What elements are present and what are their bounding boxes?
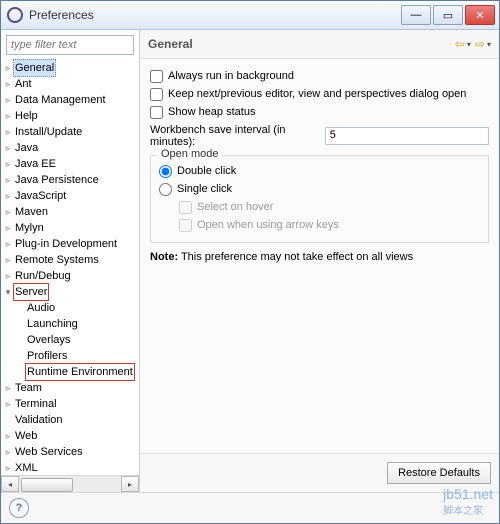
page-title: General — [148, 37, 451, 51]
restore-defaults-button[interactable]: Restore Defaults — [387, 462, 491, 484]
close-button[interactable]: ✕ — [465, 5, 495, 25]
select-on-hover-checkbox: Select on hover — [179, 198, 480, 216]
expand-icon[interactable]: ▹ — [3, 220, 13, 236]
expand-icon[interactable]: ▹ — [3, 188, 13, 204]
tree-item-label: Overlays — [25, 332, 72, 348]
tree-item-run-debug[interactable]: ▹Run/Debug — [3, 268, 139, 284]
tree-item-label: Terminal — [13, 396, 59, 412]
tree-item-install-update[interactable]: ▹Install/Update — [3, 124, 139, 140]
tree-item-label: Plug-in Development — [13, 236, 119, 252]
tree-item-label: XML — [13, 460, 40, 475]
filter-input[interactable] — [6, 35, 134, 55]
tree-item-label: Run/Debug — [13, 268, 73, 284]
tree-item-overlays[interactable]: Overlays — [3, 332, 139, 348]
help-button[interactable]: ? — [9, 498, 29, 518]
always-run-background-checkbox[interactable]: Always run in background — [150, 67, 489, 85]
app-icon — [7, 7, 23, 23]
expand-icon[interactable]: ▹ — [3, 140, 13, 156]
expand-icon[interactable]: ▹ — [3, 380, 13, 396]
forward-button[interactable]: ⇨▾ — [475, 37, 491, 51]
tree-item-mylyn[interactable]: ▹Mylyn — [3, 220, 139, 236]
note-text: Note: This preference may not take effec… — [150, 251, 489, 263]
tree-item-label: Java — [13, 140, 40, 156]
tree-item-label: Team — [13, 380, 44, 396]
tree-item-label: Launching — [25, 316, 80, 332]
expand-icon[interactable]: ▹ — [3, 444, 13, 460]
tree-item-label: JavaScript — [13, 188, 68, 204]
open-arrow-keys-checkbox: Open when using arrow keys — [179, 216, 480, 234]
maximize-button[interactable]: ▭ — [433, 5, 463, 25]
tree-item-xml[interactable]: ▹XML — [3, 460, 139, 475]
expand-icon[interactable]: ▾ — [3, 284, 13, 300]
tree-item-javascript[interactable]: ▹JavaScript — [3, 188, 139, 204]
expand-icon[interactable]: ▹ — [3, 76, 13, 92]
tree-item-launching[interactable]: Launching — [3, 316, 139, 332]
expand-icon[interactable]: ▹ — [3, 108, 13, 124]
tree-item-label: Runtime Environment — [25, 363, 135, 381]
tree-item-label: Server — [13, 283, 49, 301]
expand-icon[interactable]: ▹ — [3, 204, 13, 220]
tree-item-plug-in-development[interactable]: ▹Plug-in Development — [3, 236, 139, 252]
save-interval-label: Workbench save interval (in minutes): — [150, 124, 317, 148]
tree-item-ant[interactable]: ▹Ant — [3, 76, 139, 92]
expand-icon[interactable]: ▹ — [3, 156, 13, 172]
expand-icon[interactable]: ▹ — [3, 396, 13, 412]
tree-item-label: Audio — [25, 300, 57, 316]
tree-item-runtime-environment[interactable]: Runtime Environment — [3, 364, 139, 380]
save-interval-input[interactable]: 5 — [325, 127, 489, 145]
window-title: Preferences — [29, 8, 401, 22]
single-click-radio[interactable]: Single click — [159, 180, 480, 198]
double-click-radio[interactable]: Double click — [159, 162, 480, 180]
expand-icon[interactable]: ▹ — [3, 172, 13, 188]
expand-icon[interactable]: ▹ — [3, 124, 13, 140]
tree-item-label: Install/Update — [13, 124, 84, 140]
tree-item-audio[interactable]: Audio — [3, 300, 139, 316]
tree-item-validation[interactable]: Validation — [3, 412, 139, 428]
tree-item-label: Java Persistence — [13, 172, 101, 188]
tree-item-remote-systems[interactable]: ▹Remote Systems — [3, 252, 139, 268]
tree-item-label: Validation — [13, 412, 65, 428]
tree-item-java[interactable]: ▹Java — [3, 140, 139, 156]
tree-item-data-management[interactable]: ▹Data Management — [3, 92, 139, 108]
back-button[interactable]: ⇦▾ — [455, 37, 471, 51]
expand-icon[interactable]: ▹ — [3, 428, 13, 444]
tree-item-label: Ant — [13, 76, 34, 92]
minimize-button[interactable]: — — [401, 5, 431, 25]
tree-item-web-services[interactable]: ▹Web Services — [3, 444, 139, 460]
tree-item-team[interactable]: ▹Team — [3, 380, 139, 396]
expand-icon[interactable]: ▹ — [3, 252, 13, 268]
expand-icon[interactable]: ▹ — [3, 460, 13, 475]
show-heap-status-checkbox[interactable]: Show heap status — [150, 103, 489, 121]
tree-item-label: Remote Systems — [13, 252, 101, 268]
tree-item-label: Help — [13, 108, 40, 124]
tree-item-label: Mylyn — [13, 220, 46, 236]
preference-tree[interactable]: ▹General▹Ant▹Data Management▹Help▹Instal… — [1, 58, 139, 475]
expand-icon[interactable]: ▹ — [3, 236, 13, 252]
tree-item-label: Java EE — [13, 156, 58, 172]
open-mode-legend: Open mode — [157, 148, 222, 160]
expand-icon[interactable]: ▹ — [3, 268, 13, 284]
scroll-right-button[interactable]: ▸ — [121, 476, 139, 492]
scroll-thumb[interactable] — [21, 478, 73, 492]
tree-item-label: Maven — [13, 204, 50, 220]
expand-icon[interactable]: ▹ — [3, 92, 13, 108]
tree-item-java-persistence[interactable]: ▹Java Persistence — [3, 172, 139, 188]
tree-item-terminal[interactable]: ▹Terminal — [3, 396, 139, 412]
tree-item-profilers[interactable]: Profilers — [3, 348, 139, 364]
tree-item-web[interactable]: ▹Web — [3, 428, 139, 444]
tree-item-label: Profilers — [25, 348, 69, 364]
scroll-left-button[interactable]: ◂ — [1, 476, 19, 492]
tree-item-label: Web Services — [13, 444, 85, 460]
expand-icon[interactable]: ▹ — [3, 60, 13, 76]
tree-item-label: Data Management — [13, 92, 108, 108]
tree-item-server[interactable]: ▾Server — [3, 284, 139, 300]
tree-item-label: General — [13, 59, 56, 77]
tree-item-maven[interactable]: ▹Maven — [3, 204, 139, 220]
keep-dialog-open-checkbox[interactable]: Keep next/previous editor, view and pers… — [150, 85, 489, 103]
tree-item-help[interactable]: ▹Help — [3, 108, 139, 124]
tree-item-java-ee[interactable]: ▹Java EE — [3, 156, 139, 172]
tree-item-label: Web — [13, 428, 39, 444]
tree-item-general[interactable]: ▹General — [3, 60, 139, 76]
horizontal-scrollbar[interactable]: ◂ ▸ — [1, 475, 139, 492]
